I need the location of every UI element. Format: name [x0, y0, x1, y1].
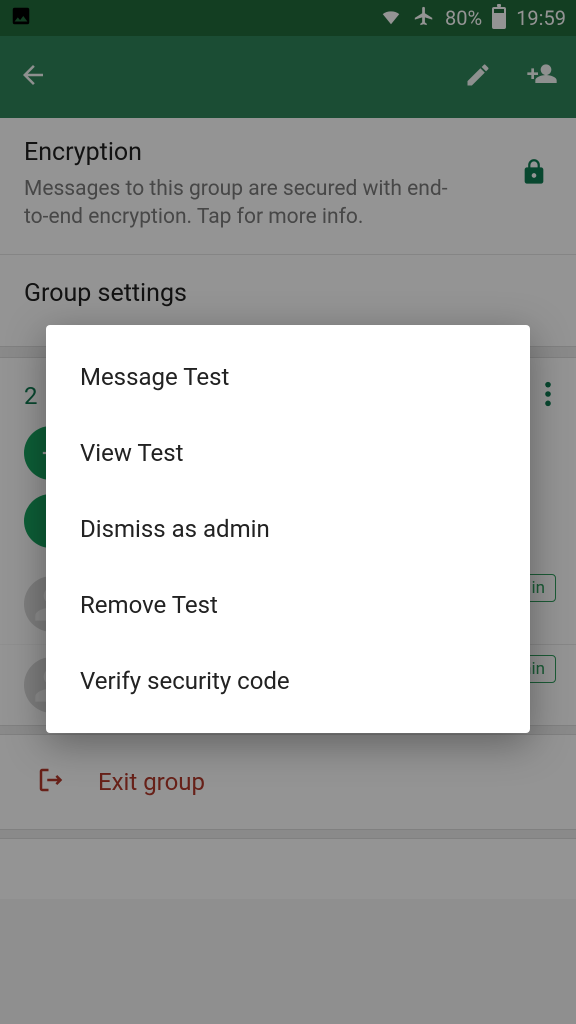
menu-message[interactable]: Message Test — [46, 339, 530, 415]
screen: 80% 19:59 Encryption Messages to this gr… — [0, 0, 576, 1024]
context-menu: Message Test View Test Dismiss as admin … — [46, 325, 530, 733]
menu-view[interactable]: View Test — [46, 415, 530, 491]
menu-dismiss-admin[interactable]: Dismiss as admin — [46, 491, 530, 567]
menu-remove[interactable]: Remove Test — [46, 567, 530, 643]
menu-verify-code[interactable]: Verify security code — [46, 643, 530, 719]
